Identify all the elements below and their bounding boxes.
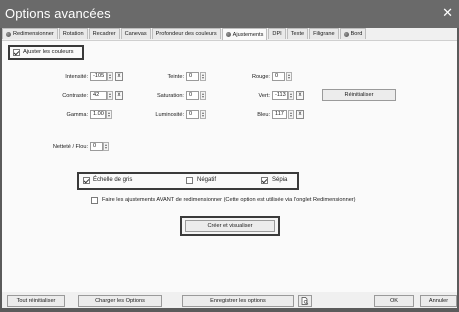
before-resize-checkbox[interactable] (91, 197, 98, 204)
tab-texte[interactable]: Texte (286, 28, 309, 39)
gamma-spinner[interactable] (106, 110, 112, 119)
tab-bar: Redimensionner Rotation Recadrer Canevas… (2, 28, 457, 40)
rouge-input[interactable]: 0 (272, 72, 285, 81)
intensite-spinner[interactable] (107, 72, 113, 81)
gamma-label: Gamma: (66, 112, 88, 118)
rouge-label: Rouge: (251, 74, 270, 80)
cancel-button[interactable]: Annuler (420, 295, 457, 307)
adjust-colors-box: Ajuster les couleurs (8, 45, 84, 60)
tab-label: Canevas (124, 31, 147, 37)
nettete-label: Netteté / Flou: (52, 144, 88, 150)
dialog-content: Redimensionner Rotation Recadrer Canevas… (2, 28, 457, 308)
adjust-colors-label: Ajuster les couleurs (23, 49, 74, 55)
print-preview-button[interactable] (298, 295, 312, 307)
bleu-spinner[interactable] (288, 110, 294, 119)
teinte-label: Teinte: (167, 74, 184, 80)
tab-label: Redimensionner (13, 31, 54, 37)
nettete-spinner[interactable] (103, 142, 109, 151)
tab-recadrer[interactable]: Recadrer (88, 28, 120, 39)
saturation-spinner[interactable] (200, 91, 206, 100)
teinte-spinner[interactable] (200, 72, 206, 81)
tab-rotation[interactable]: Rotation (58, 28, 88, 39)
save-options-button[interactable]: Enregistrer les options (182, 295, 294, 307)
ajustements-panel: Ajuster les couleurs Intensité: -105 x C… (2, 40, 457, 292)
intensite-input[interactable]: -105 (90, 72, 107, 81)
tab-canevas[interactable]: Canevas (120, 28, 151, 39)
gear-icon (343, 31, 349, 37)
saturation-input[interactable]: 0 (186, 91, 199, 100)
close-icon[interactable]: ✕ (442, 5, 453, 21)
sepia-checkbox[interactable] (261, 177, 268, 184)
load-options-button[interactable]: Charger les Options (78, 295, 162, 307)
rouge-spinner[interactable] (286, 72, 292, 81)
adjust-colors-checkbox[interactable] (13, 49, 20, 56)
vert-reset-button[interactable]: x (296, 91, 304, 100)
tab-filigrane[interactable]: Filigrane (309, 28, 339, 39)
nettete-input[interactable]: 0 (90, 142, 103, 151)
title-bar: Options avancées ✕ (0, 0, 459, 28)
grayscale-checkbox[interactable] (83, 177, 90, 184)
effects-box: Échelle de gris Négatif Sépia (77, 172, 299, 190)
tab-label: Filigrane (313, 31, 335, 37)
luminosite-label: Luminosité: (155, 112, 184, 118)
bleu-reset-button[interactable]: x (296, 110, 304, 119)
contraste-reset-button[interactable]: x (115, 91, 123, 100)
vert-label: Vert: (258, 93, 270, 99)
tab-label: Texte (290, 31, 305, 37)
tab-label: Profondeur des couleurs (155, 31, 217, 37)
reset-all-button[interactable]: Tout réinitialiser (7, 295, 65, 307)
create-preview-box: Créer et visualiser (180, 216, 280, 236)
gamma-input[interactable]: 1.00 (90, 110, 106, 119)
intensite-reset-button[interactable]: x (115, 72, 123, 81)
saturation-label: Saturation: (156, 93, 184, 99)
tab-label: Ajustements (232, 31, 264, 38)
tab-label: Bord (350, 31, 363, 37)
before-resize-label: Faire les ajustements AVANT de redimensi… (102, 197, 356, 203)
negative-checkbox[interactable] (186, 177, 193, 184)
footer-bar: Tout réinitialiser Charger les Options E… (2, 292, 457, 308)
reset-button[interactable]: Réinitialiser (322, 89, 396, 101)
teinte-input[interactable]: 0 (186, 72, 199, 81)
gear-icon (6, 31, 11, 37)
intensite-label: Intensité: (65, 74, 88, 80)
vert-spinner[interactable] (288, 91, 294, 100)
grayscale-label: Échelle de gris (93, 177, 133, 183)
bleu-label: Bleu: (257, 112, 270, 118)
luminosite-spinner[interactable] (200, 110, 206, 119)
tab-label: Rotation (62, 31, 84, 37)
contraste-label: Contraste: (62, 93, 88, 99)
create-preview-button[interactable]: Créer et visualiser (185, 220, 275, 232)
luminosite-input[interactable]: 0 (186, 110, 199, 119)
window-title: Options avancées (5, 6, 111, 21)
ok-button[interactable]: OK (374, 295, 414, 307)
negative-label: Négatif (197, 177, 217, 183)
tab-redimensionner[interactable]: Redimensionner (2, 28, 58, 39)
contraste-spinner[interactable] (107, 91, 113, 100)
tab-dpi[interactable]: DPI (268, 28, 286, 39)
sepia-label: Sépia (272, 177, 288, 183)
bleu-input[interactable]: 117 (272, 110, 287, 119)
document-search-icon (301, 297, 309, 305)
gear-icon (225, 32, 231, 37)
tab-ajustements[interactable]: Ajustements (221, 28, 268, 40)
vert-input[interactable]: -113 (272, 91, 288, 100)
tab-bord[interactable]: Bord (339, 28, 367, 39)
contraste-input[interactable]: 42 (90, 91, 107, 100)
tab-label: Recadrer (92, 31, 116, 37)
tab-label: DPI (272, 31, 282, 37)
tab-profondeur-couleurs[interactable]: Profondeur des couleurs (151, 28, 221, 39)
